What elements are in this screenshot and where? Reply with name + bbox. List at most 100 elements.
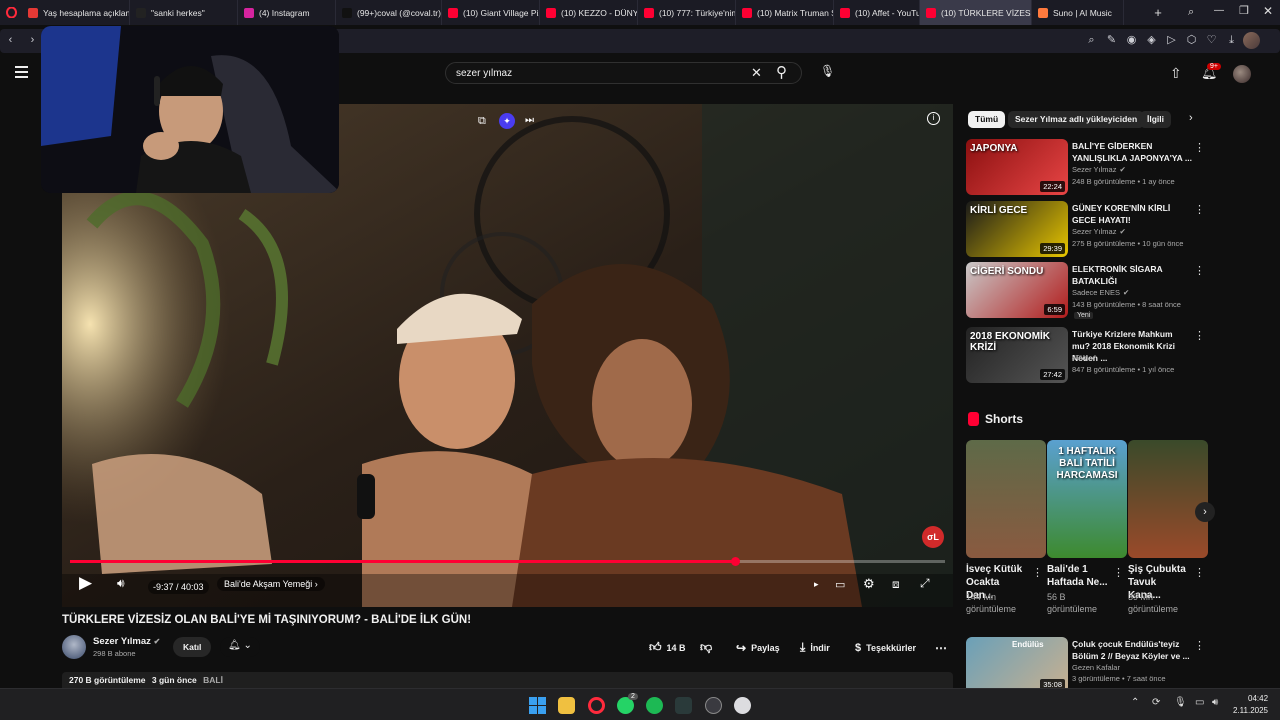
channel-watermark-icon[interactable]: σL bbox=[922, 526, 944, 548]
video-channel[interactable]: Gezen Kafalar bbox=[1072, 663, 1120, 672]
search-input[interactable]: sezer yılmaz bbox=[445, 62, 802, 84]
more-options-icon[interactable]: ⋮ bbox=[1194, 639, 1205, 652]
video-title[interactable]: Çoluk çocuk Endülüs'teyiz Bölüm 2 // Bey… bbox=[1072, 638, 1192, 662]
steam-icon[interactable] bbox=[705, 697, 722, 714]
minimize-button[interactable]: — bbox=[1214, 5, 1224, 16]
download-button[interactable]: ⤓ İndir bbox=[800, 640, 830, 655]
hamburger-menu-icon[interactable] bbox=[15, 66, 28, 78]
heart-icon[interactable]: ♡ bbox=[1205, 34, 1218, 47]
tray-mic-icon[interactable]: 🎙︎ bbox=[1174, 697, 1187, 708]
info-icon[interactable]: i bbox=[927, 112, 940, 125]
volume-icon[interactable]: 🔊︎ bbox=[117, 576, 125, 591]
filter-chip[interactable]: İlgili bbox=[1140, 111, 1171, 128]
more-options-icon[interactable]: ⋮ bbox=[1194, 141, 1205, 154]
video-title[interactable]: ELEKTRONİK SİGARA BATAKLIĞI bbox=[1072, 263, 1192, 287]
video-thumbnail[interactable]: CİGERİ SONDU 6:59 bbox=[966, 262, 1068, 318]
maximize-button[interactable]: ❐ bbox=[1239, 4, 1249, 17]
browser-tab[interactable]: "sanki herkes" bbox=[130, 0, 238, 25]
search-tabs-icon[interactable]: ⌕ bbox=[1188, 6, 1194, 19]
tray-chevron-icon[interactable]: ⌃ bbox=[1131, 697, 1139, 708]
upload-icon[interactable]: ⇧ bbox=[1170, 65, 1182, 82]
spotify-icon[interactable] bbox=[646, 697, 663, 714]
video-channel[interactable]: Sezer Yılmaz ✔ bbox=[1072, 227, 1126, 236]
video-thumbnail[interactable]: JAPONYA 22:24 bbox=[966, 139, 1068, 195]
video-thumbnail[interactable]: KİRLİ GECE 29:39 bbox=[966, 201, 1068, 257]
share-button[interactable]: ↪ Paylaş bbox=[736, 640, 780, 655]
cube-icon[interactable]: ⬡ bbox=[1185, 34, 1198, 47]
settings-icon[interactable]: ⚙︎ bbox=[863, 576, 875, 592]
description-meta[interactable]: 270 B görüntüleme 3 gün önce BALİ bbox=[62, 672, 953, 688]
browser-tab[interactable]: Yaş hesaplama açıklan bbox=[22, 0, 130, 25]
browser-tab[interactable]: (10) TÜRKLERE VİZESİ bbox=[920, 0, 1032, 25]
skip-segment-icon[interactable]: ⏭ bbox=[525, 115, 534, 126]
chapter-button[interactable]: Bali'de Akşam Yemeği › bbox=[217, 577, 325, 591]
autoplay-icon[interactable]: ▸ bbox=[814, 579, 819, 590]
short-thumbnail[interactable] bbox=[966, 440, 1046, 558]
theater-mode-icon[interactable]: ⧈ bbox=[892, 577, 900, 592]
video-title[interactable]: BALİ'YE GİDERKEN YANLIŞLIKLA JAPONYA'YA … bbox=[1072, 140, 1192, 164]
voice-search-icon[interactable]: 🎙︎ bbox=[820, 64, 835, 78]
related-video[interactable]: JAPONYA 22:24 BALİ'YE GİDERKEN YANLIŞLIKLA… bbox=[966, 139, 1211, 195]
clock-time[interactable]: 04:42 bbox=[1248, 694, 1268, 703]
related-video[interactable]: CİGERİ SONDU 6:59 ELEKTRONİK SİGARA BATAKL… bbox=[966, 262, 1211, 319]
discord-icon[interactable] bbox=[734, 697, 751, 714]
progress-scrubber[interactable] bbox=[731, 557, 740, 566]
short-more-icon[interactable]: ⋮ bbox=[1194, 566, 1205, 579]
chips-next-icon[interactable]: › bbox=[1189, 112, 1193, 124]
short-thumbnail[interactable]: 1 HAFTALIK BALİ TATİLİ HARCAMASI bbox=[1047, 440, 1127, 558]
ai-sparkle-icon[interactable]: ✦ bbox=[499, 113, 515, 129]
thanks-button[interactable]: $ Teşekkürler bbox=[855, 640, 916, 655]
forward-icon[interactable]: › bbox=[26, 34, 39, 47]
browser-tab[interactable]: (10) Affet - YouTube bbox=[834, 0, 920, 25]
browser-tab[interactable]: (4) Instagram bbox=[238, 0, 336, 25]
play-button[interactable]: ▶ bbox=[79, 573, 92, 593]
profile-avatar[interactable] bbox=[1243, 32, 1260, 49]
video-thumbnail[interactable]: Endülüs 35:08 bbox=[966, 637, 1068, 693]
tray-network-icon[interactable]: ▭ bbox=[1195, 697, 1204, 708]
browser-tab[interactable]: (10) 777: Türkiye'nin Y bbox=[638, 0, 736, 25]
more-actions-icon[interactable]: ⋯ bbox=[935, 640, 947, 655]
opera-browser-icon[interactable] bbox=[588, 697, 605, 714]
video-title[interactable]: GÜNEY KORE'NİN KİRLİ GECE HAYATI! bbox=[1072, 202, 1192, 226]
browser-tab[interactable]: (10) Matrix Truman Sh bbox=[736, 0, 834, 25]
search-icon[interactable]: ⚲ bbox=[776, 63, 787, 81]
tray-sync-icon[interactable]: ⟳ bbox=[1152, 697, 1160, 708]
more-options-icon[interactable]: ⋮ bbox=[1194, 264, 1205, 277]
video-channel[interactable]: 49W ✔ bbox=[1072, 353, 1097, 362]
terminal-icon[interactable] bbox=[675, 697, 692, 714]
video-channel[interactable]: Sadece ENES ✔ bbox=[1072, 288, 1129, 297]
more-options-icon[interactable]: ⋮ bbox=[1194, 329, 1205, 342]
progress-bar-track[interactable] bbox=[70, 560, 945, 563]
shield-icon[interactable]: ◈ bbox=[1145, 34, 1158, 47]
miniplayer-icon[interactable]: ⧉ bbox=[478, 115, 486, 128]
hashtag[interactable]: BALİ bbox=[203, 675, 223, 685]
file-explorer-icon[interactable] bbox=[558, 697, 575, 714]
related-video[interactable]: KİRLİ GECE 29:39 GÜNEY KORE'NİN KİRLİ GECE… bbox=[966, 201, 1211, 257]
related-video[interactable]: 2018 EKONOMİK KRİZİ 27:42 Türkiye Krizlere… bbox=[966, 327, 1211, 383]
related-video-last[interactable]: Endülüs 35:08 Çoluk çocuk Endülüs'teyiz … bbox=[966, 637, 1211, 693]
short-more-icon[interactable]: ⋮ bbox=[1032, 566, 1043, 579]
opera-menu-icon[interactable] bbox=[0, 0, 22, 25]
browser-tab[interactable]: (10) KEZZO - DÜNYA bbox=[540, 0, 638, 25]
channel-name[interactable]: Sezer Yılmaz ✔ bbox=[93, 636, 160, 647]
download-icon[interactable]: ⤓ bbox=[1225, 34, 1238, 47]
tray-volume-icon[interactable]: 🔊︎ bbox=[1212, 697, 1218, 708]
filter-chip[interactable]: Tümü bbox=[968, 111, 1006, 128]
edit-icon[interactable]: ✎ bbox=[1105, 34, 1118, 47]
short-thumbnail[interactable] bbox=[1128, 440, 1208, 558]
close-window-button[interactable]: ✕ bbox=[1263, 4, 1273, 18]
windows-start-icon[interactable] bbox=[529, 697, 546, 714]
video-channel[interactable]: Sezer Yılmaz ✔ bbox=[1072, 165, 1126, 174]
channel-avatar[interactable] bbox=[62, 635, 86, 659]
camera-icon[interactable]: ◉ bbox=[1125, 34, 1138, 47]
fullscreen-icon[interactable]: ⤢ bbox=[920, 576, 930, 591]
dislike-button[interactable]: 👎︎ bbox=[700, 640, 712, 655]
shorts-next-button[interactable]: › bbox=[1195, 502, 1215, 522]
browser-tab[interactable]: (99+)coval (@coval.tr) bbox=[336, 0, 442, 25]
subscribe-bell-button[interactable]: 🔔︎ ⌄ bbox=[220, 637, 260, 657]
like-button[interactable]: 👍︎ 14 B bbox=[649, 640, 686, 655]
filter-chip[interactable]: Sezer Yılmaz adlı yükleyiciden bbox=[1008, 111, 1145, 128]
search-lens-icon[interactable]: ⌕ bbox=[1085, 34, 1098, 47]
account-avatar[interactable] bbox=[1233, 65, 1251, 83]
more-options-icon[interactable]: ⋮ bbox=[1194, 203, 1205, 216]
